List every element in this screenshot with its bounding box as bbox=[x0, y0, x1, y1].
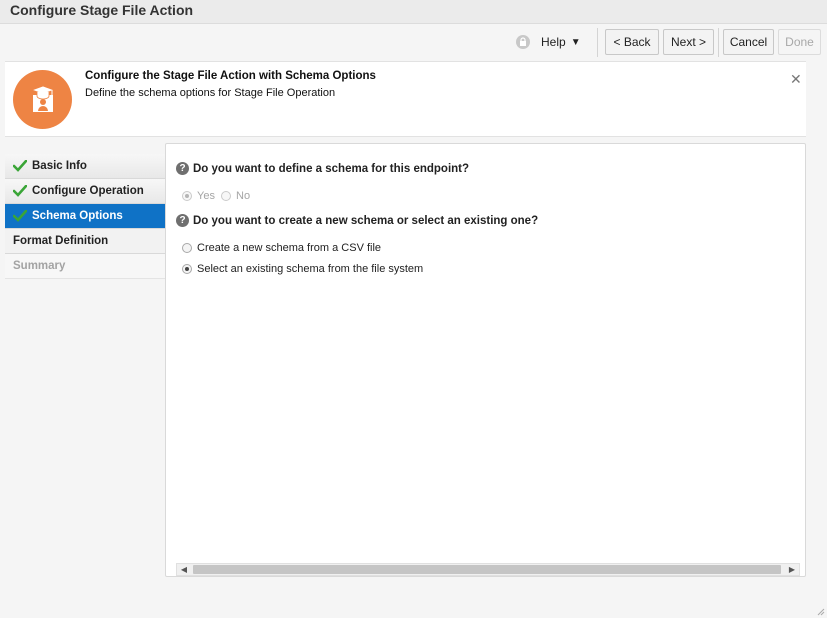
nav-item-basic-info[interactable]: Basic Info bbox=[5, 154, 165, 179]
scroll-right-icon[interactable]: ▶ bbox=[785, 564, 799, 575]
help-icon[interactable]: ? bbox=[176, 214, 189, 227]
question-new-or-existing: ? Do you want to create a new schema or … bbox=[176, 214, 538, 227]
radio-label: Yes bbox=[197, 190, 215, 202]
scroll-left-icon[interactable]: ◀ bbox=[177, 564, 191, 575]
help-label: Help bbox=[541, 35, 566, 49]
help-menu-button[interactable]: Help ▼ bbox=[541, 33, 581, 51]
window-titlebar: Configure Stage File Action bbox=[0, 0, 827, 24]
cancel-button[interactable]: Cancel bbox=[723, 29, 774, 55]
nav-item-label: Summary bbox=[13, 260, 66, 272]
radio-label: Select an existing schema from the file … bbox=[197, 263, 424, 275]
nav-item-summary: Summary bbox=[5, 254, 165, 279]
toolbar-divider bbox=[718, 28, 719, 57]
check-icon bbox=[13, 160, 27, 172]
chevron-down-icon: ▼ bbox=[570, 36, 581, 48]
horizontal-scrollbar[interactable]: ◀ ▶ bbox=[176, 563, 800, 576]
radio-button[interactable] bbox=[182, 243, 192, 253]
nav-item-label: Configure Operation bbox=[32, 185, 144, 197]
radio-option-no[interactable]: No bbox=[221, 190, 250, 202]
done-button[interactable]: Done bbox=[778, 29, 821, 55]
radio-button[interactable] bbox=[182, 264, 192, 274]
toolbar: Help ▼ < Back Next > Cancel Done bbox=[5, 24, 827, 61]
help-icon[interactable]: ? bbox=[176, 162, 189, 175]
question-define-schema: ? Do you want to define a schema for thi… bbox=[176, 162, 469, 175]
next-button[interactable]: Next > bbox=[663, 29, 714, 55]
radio-label: Create a new schema from a CSV file bbox=[197, 242, 382, 254]
nav-item-label: Basic Info bbox=[32, 160, 87, 172]
resize-grip-icon[interactable] bbox=[815, 606, 825, 616]
radio-label: No bbox=[236, 190, 251, 202]
question-label: Do you want to create a new schema or se… bbox=[193, 214, 539, 227]
radio-option-yes[interactable]: Yes bbox=[182, 190, 215, 202]
header-title: Configure the Stage File Action with Sch… bbox=[85, 70, 376, 82]
nav-item-label: Schema Options bbox=[32, 210, 123, 222]
scrollbar-thumb[interactable] bbox=[193, 565, 781, 574]
check-icon bbox=[13, 185, 27, 197]
nav-item-configure-operation[interactable]: Configure Operation bbox=[5, 179, 165, 204]
radio-option-create-from-csv[interactable]: Create a new schema from a CSV file bbox=[182, 242, 381, 254]
radio-button[interactable] bbox=[221, 191, 231, 201]
back-button[interactable]: < Back bbox=[605, 29, 659, 55]
header-panel: Configure the Stage File Action with Sch… bbox=[5, 61, 806, 137]
graduate-document-icon bbox=[13, 70, 72, 129]
header-subtitle: Define the schema options for Stage File… bbox=[85, 87, 336, 99]
schema-options-panel: ? Do you want to define a schema for thi… bbox=[165, 143, 806, 577]
window-title: Configure Stage File Action bbox=[10, 2, 194, 18]
question-label: Do you want to define a schema for this … bbox=[193, 162, 470, 175]
toolbar-divider bbox=[597, 28, 598, 57]
wizard-nav: Basic Info Configure Operation Schema Op… bbox=[5, 154, 165, 279]
radio-button[interactable] bbox=[182, 191, 192, 201]
check-icon bbox=[13, 210, 27, 222]
nav-item-label: Format Definition bbox=[13, 235, 109, 247]
nav-item-format-definition[interactable]: Format Definition bbox=[5, 229, 165, 254]
close-icon[interactable]: ✕ bbox=[790, 71, 802, 88]
lock-icon bbox=[516, 35, 530, 49]
radio-option-select-existing[interactable]: Select an existing schema from the file … bbox=[182, 263, 423, 275]
nav-item-schema-options[interactable]: Schema Options bbox=[5, 204, 165, 229]
